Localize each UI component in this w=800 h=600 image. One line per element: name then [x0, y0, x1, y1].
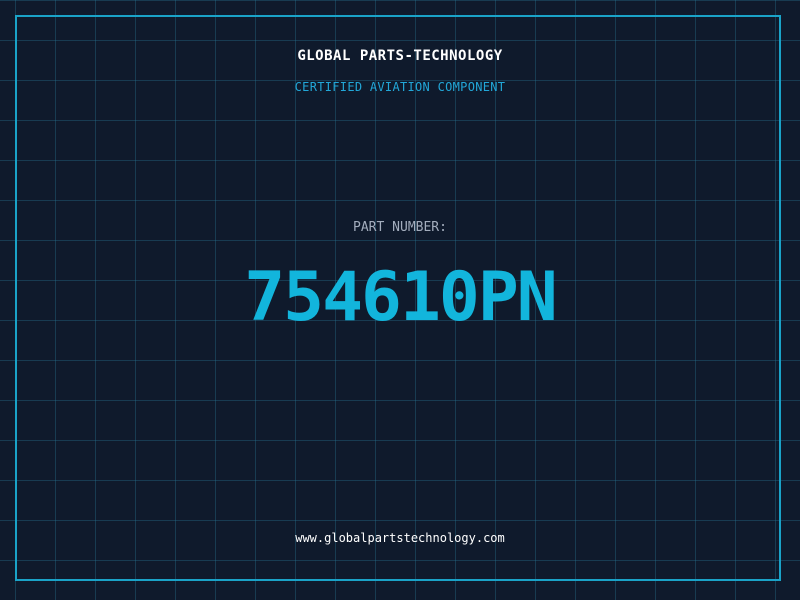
part-number-value: 754610PN [244, 258, 558, 337]
part-label-card: GLOBAL PARTS-TECHNOLOGY CERTIFIED AVIATI… [0, 0, 800, 600]
company-name: GLOBAL PARTS-TECHNOLOGY [297, 48, 503, 64]
certification-text: CERTIFIED AVIATION COMPONENT [294, 80, 506, 94]
part-number-label: PART NUMBER: [353, 220, 447, 235]
website-url: www.globalpartstechnology.com [295, 531, 505, 545]
